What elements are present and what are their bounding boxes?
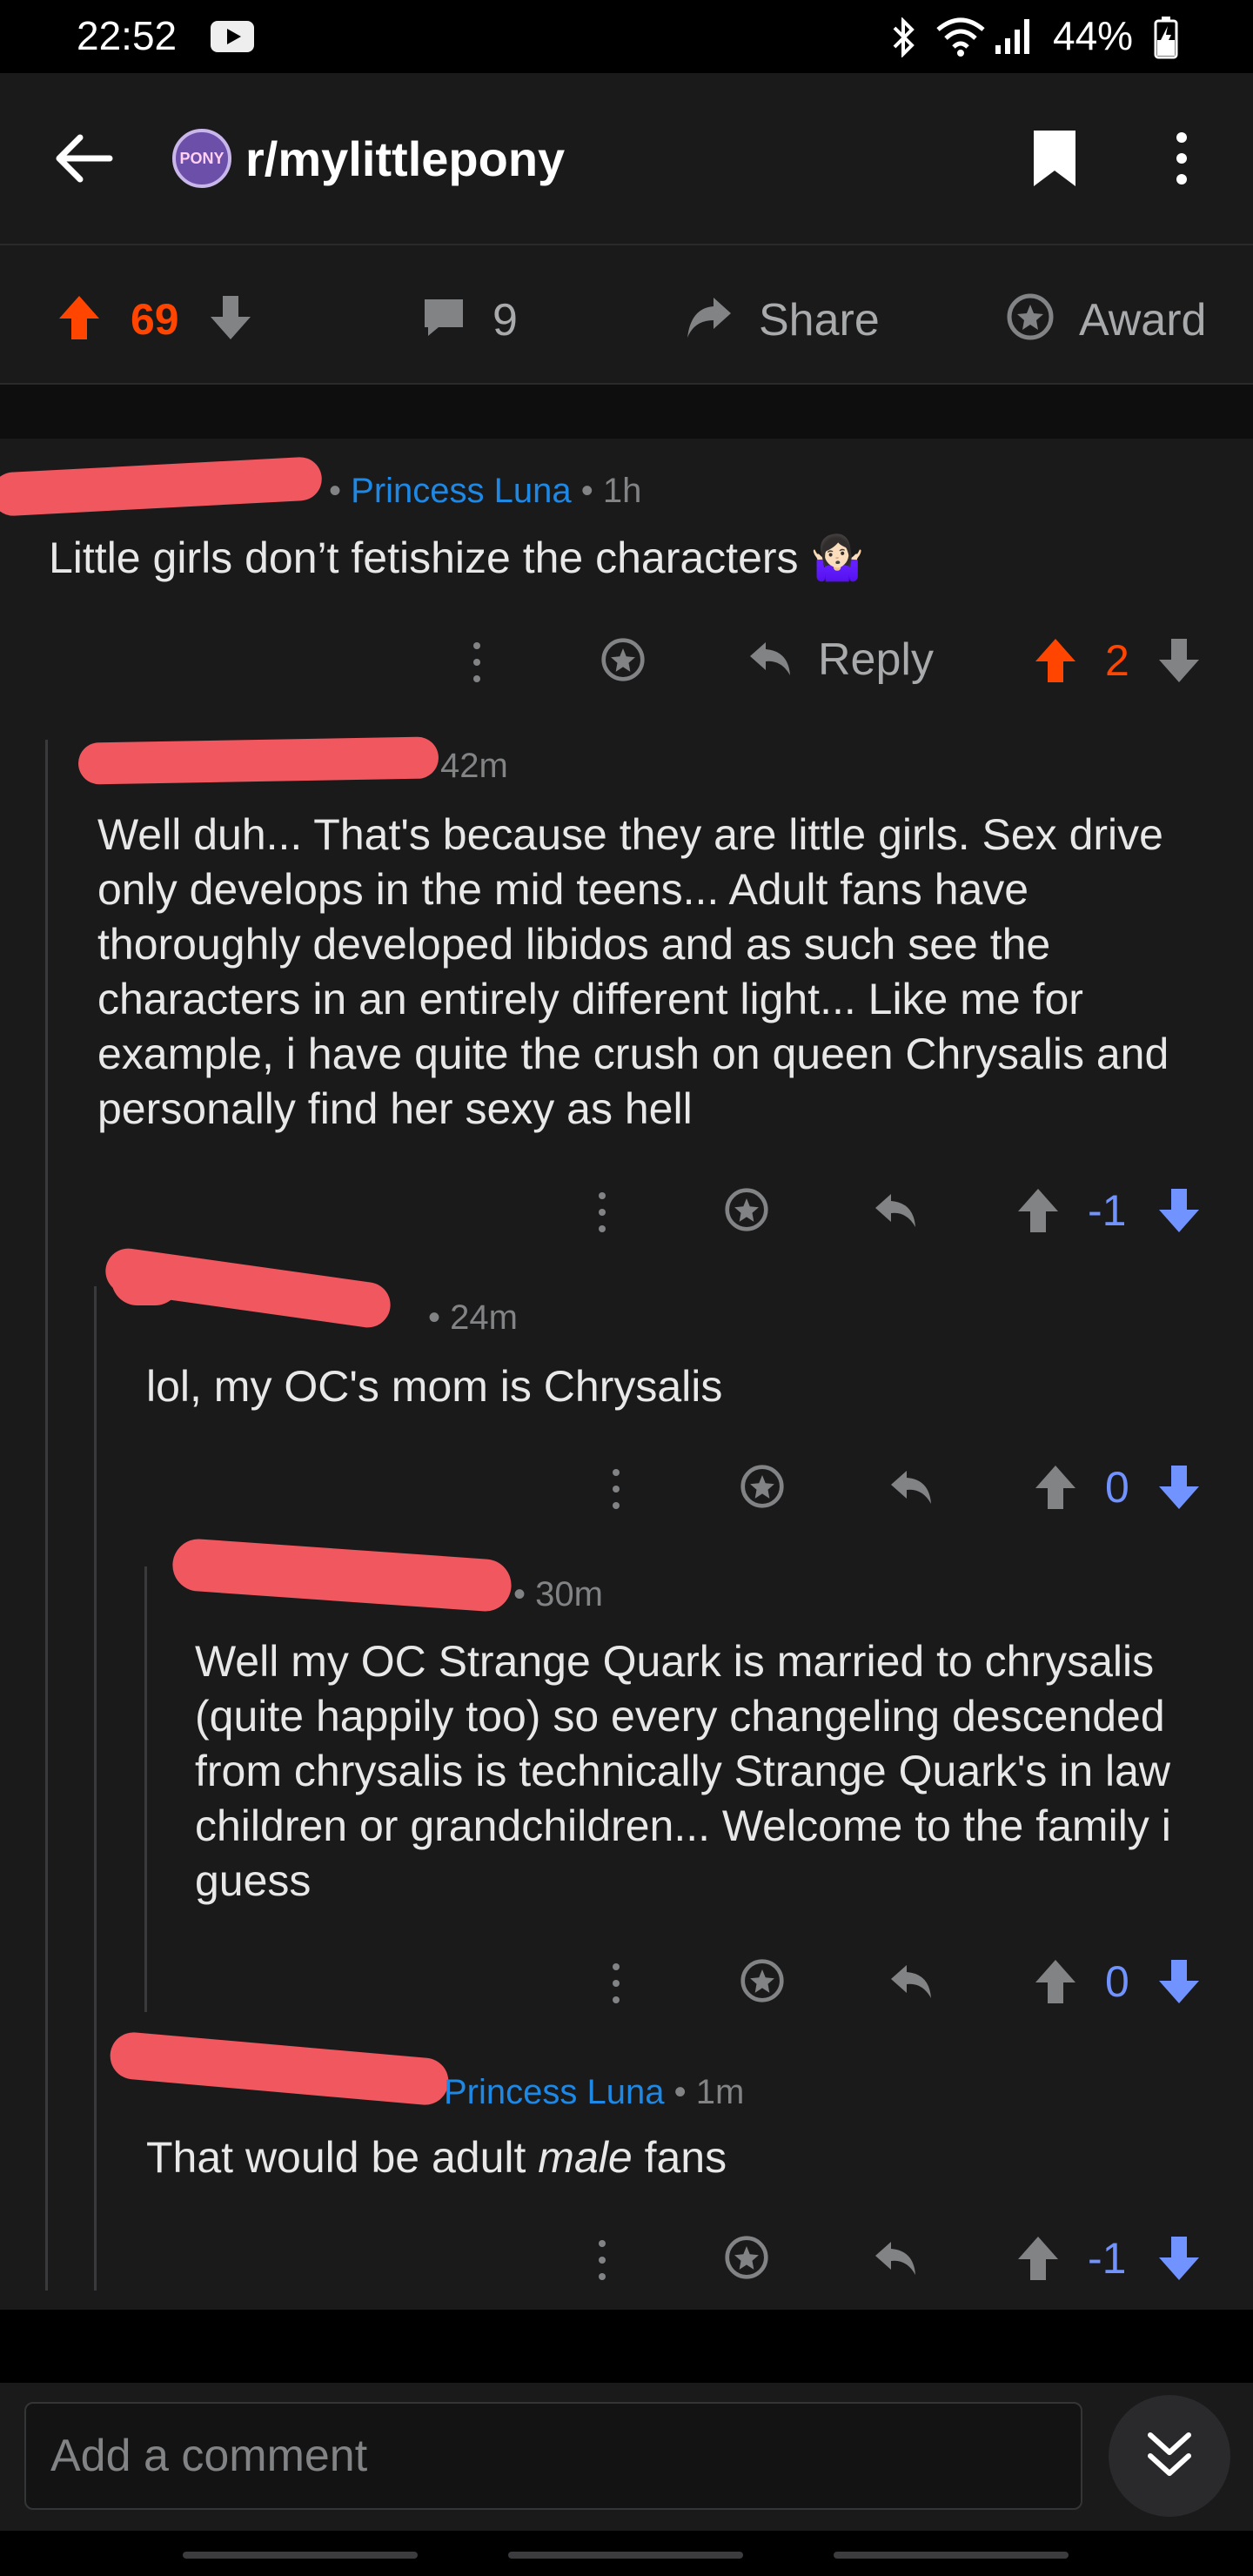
wifi-icon — [936, 17, 985, 57]
reply-icon[interactable] — [747, 639, 794, 679]
award-icon[interactable] — [600, 637, 646, 682]
comment-age: • 30m — [513, 1575, 603, 1613]
subreddit-name[interactable]: r/mylittlepony — [245, 131, 565, 187]
comment-5-body: That would be adult male fans — [146, 2130, 1225, 2185]
redacted-username — [77, 736, 439, 785]
status-time: 22:52 — [77, 13, 178, 58]
post-score: 69 — [131, 295, 179, 344]
user-flair: Princess Luna — [351, 472, 572, 510]
add-comment-input[interactable] — [26, 2404, 1081, 2508]
comment-2-body: Well duh... That's because they are litt… — [97, 810, 1169, 1133]
reply-icon[interactable] — [888, 1962, 935, 2002]
battery-percentage: 44% — [1053, 13, 1134, 58]
reply-icon[interactable] — [872, 2238, 919, 2278]
comment-age: • 1m — [673, 2073, 745, 2111]
downvote-icon[interactable] — [1157, 1958, 1201, 2005]
upvote-icon[interactable] — [1034, 1958, 1077, 2005]
comment-3-body: lol, my OC's mom is Chrysalis — [146, 1362, 723, 1411]
award-button[interactable]: Award — [1079, 294, 1206, 346]
thread-line-depth-3 — [144, 1566, 147, 2012]
comment-icon[interactable] — [421, 296, 466, 339]
comment-5-text-start: That would be adult — [146, 2133, 539, 2182]
comment-count[interactable]: 9 — [492, 294, 518, 346]
downvote-icon[interactable] — [209, 294, 252, 341]
share-icon[interactable] — [684, 294, 733, 341]
more-icon[interactable] — [593, 2238, 611, 2282]
comment-age: 42m — [440, 747, 508, 785]
comment-5-meta: Princess Luna • 1m — [444, 2073, 744, 2112]
system-nav-bar — [0, 2531, 1253, 2576]
meta-separator: • — [329, 472, 342, 510]
upvote-icon[interactable] — [1034, 637, 1077, 684]
comment-2-score: -1 — [1088, 1186, 1127, 1235]
comment-age: • 1h — [580, 472, 642, 510]
next-comment-button[interactable] — [1109, 2395, 1230, 2517]
comment-1-meta: • Princess Luna • 1h — [329, 472, 641, 511]
comment-5-text-end: fans — [632, 2133, 727, 2182]
award-icon[interactable] — [724, 1187, 769, 1232]
share-button[interactable]: Share — [759, 294, 880, 346]
reply-icon[interactable] — [872, 1191, 919, 1231]
avatar-text: PONY — [179, 149, 224, 167]
award-icon[interactable] — [740, 1464, 785, 1509]
redacted-username — [111, 1253, 181, 1305]
thread-line-depth-1 — [45, 740, 48, 2291]
downvote-icon[interactable] — [1157, 1464, 1201, 1511]
upvote-icon[interactable] — [1034, 1464, 1077, 1511]
comment-3-score: 0 — [1105, 1463, 1129, 1512]
nav-back[interactable] — [834, 2552, 1069, 2559]
app-header: PONY r/mylittlepony — [0, 73, 1253, 244]
status-bar: 22:52 44% — [0, 0, 1253, 73]
comment-5-text-italic: male — [538, 2133, 633, 2182]
user-flair: Princess Luna — [444, 2073, 665, 2111]
redacted-username — [171, 1537, 513, 1613]
add-comment-box[interactable] — [24, 2402, 1082, 2510]
award-icon[interactable] — [724, 2235, 769, 2280]
more-icon[interactable] — [607, 1962, 625, 2005]
double-chevron-down-icon — [1148, 2432, 1191, 2476]
comment-5-score: -1 — [1088, 2234, 1127, 2283]
downvote-icon[interactable] — [1157, 637, 1201, 684]
comment-4-score: 0 — [1105, 1957, 1129, 2006]
post-action-bar: 69 9 Share Award — [0, 244, 1253, 385]
downvote-icon[interactable] — [1157, 1187, 1201, 1234]
nav-home[interactable] — [508, 2552, 743, 2559]
nav-recents[interactable] — [183, 2552, 418, 2559]
comment-1-score: 2 — [1105, 636, 1129, 685]
more-icon[interactable] — [607, 1467, 625, 1511]
downvote-icon[interactable] — [1157, 2235, 1201, 2282]
comment-3-meta: • 24m — [428, 1298, 518, 1338]
more-icon[interactable] — [468, 641, 486, 684]
youtube-notification-icon — [211, 21, 254, 52]
comment-1-body: Little girls don’t fetishize the charact… — [49, 533, 865, 582]
comment-4-meta: • 30m — [513, 1575, 603, 1614]
comment-4-body: Well my OC Strange Quark is married to c… — [195, 1637, 1171, 1905]
comment-thread: • Princess Luna • 1h Little girls don’t … — [0, 439, 1253, 2310]
award-icon[interactable] — [1006, 292, 1055, 341]
section-divider — [0, 385, 1253, 439]
comment-age: • 24m — [428, 1298, 518, 1337]
upvote-icon[interactable] — [1016, 1187, 1060, 1234]
comment-composer-bar — [0, 2383, 1253, 2531]
more-icon[interactable] — [593, 1191, 611, 1234]
upvote-icon[interactable] — [57, 294, 101, 341]
bookmark-icon[interactable] — [1030, 129, 1079, 188]
comment-2-meta: 42m — [440, 747, 508, 786]
award-icon[interactable] — [740, 1958, 785, 2003]
subreddit-avatar[interactable]: PONY — [172, 129, 231, 188]
thread-line-depth-2 — [94, 1286, 97, 2291]
back-arrow-icon[interactable] — [54, 132, 113, 184]
upvote-icon[interactable] — [1016, 2235, 1060, 2282]
redacted-username — [0, 456, 324, 517]
reply-icon[interactable] — [888, 1467, 935, 1507]
signal-icon — [995, 19, 1029, 54]
reply-button[interactable]: Reply — [818, 634, 934, 686]
battery-charging-icon — [1154, 17, 1178, 59]
bluetooth-icon — [893, 17, 915, 57]
more-options-icon[interactable] — [1169, 131, 1194, 186]
redacted-username — [108, 2030, 451, 2107]
